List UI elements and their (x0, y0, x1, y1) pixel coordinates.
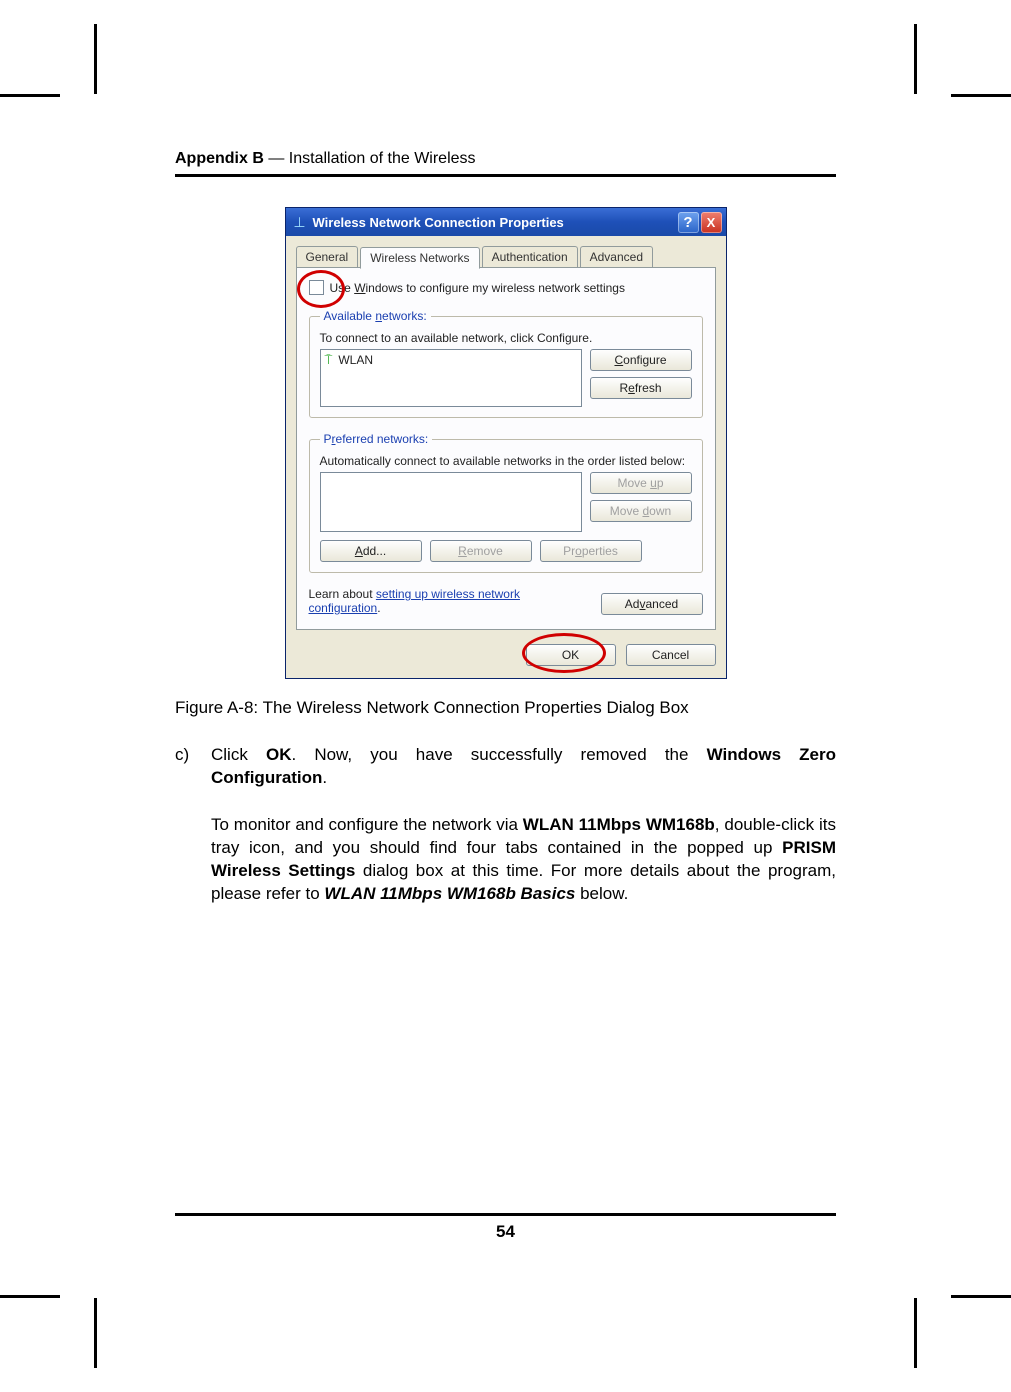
appendix-label: Appendix B (175, 150, 264, 167)
paragraph-monitor: To monitor and configure the network via… (211, 814, 836, 906)
step-marker: c) (175, 744, 197, 790)
properties-button[interactable]: Properties (540, 540, 642, 562)
add-button[interactable]: Add... (320, 540, 422, 562)
available-networks-legend: Available networks: (320, 309, 431, 323)
tab-general[interactable]: General (296, 246, 359, 268)
antenna-icon: ⍑ (325, 352, 333, 368)
network-item-wlan[interactable]: ⍑ WLAN (325, 352, 577, 368)
title-bar: ⊥ Wireless Network Connection Properties… (286, 208, 726, 236)
network-name: WLAN (338, 353, 373, 367)
page-header: Appendix B — Installation of the Wireles… (175, 150, 836, 177)
tab-authentication[interactable]: Authentication (482, 246, 578, 268)
remove-button[interactable]: Remove (430, 540, 532, 562)
available-networks-group: Available networks: To connect to an ava… (309, 309, 703, 418)
ok-button[interactable]: OK (526, 644, 616, 666)
help-button[interactable]: ? (678, 212, 699, 233)
header-rest: — Installation of the Wireless (264, 150, 476, 167)
wireless-icon: ⊥ (292, 214, 308, 230)
step-text: Click OK. Now, you have successfully rem… (211, 744, 836, 790)
figure-caption: Figure A-8: The Wireless Network Connect… (175, 697, 836, 720)
tab-strip: General Wireless Networks Authentication… (296, 246, 716, 268)
move-up-button[interactable]: Move up (590, 472, 692, 494)
dialog-title: Wireless Network Connection Properties (313, 215, 676, 230)
advanced-button[interactable]: Advanced (601, 593, 703, 615)
tab-panel: Use Windows to configure my wireless net… (296, 267, 716, 630)
preferred-networks-legend: Preferred networks: (320, 432, 433, 446)
tab-advanced[interactable]: Advanced (580, 246, 653, 268)
learn-about-text: Learn about setting up wireless network … (309, 587, 569, 615)
step-c: c) Click OK. Now, you have successfully … (175, 744, 836, 790)
preferred-networks-list[interactable] (320, 472, 582, 532)
page-footer: 54 (175, 1213, 836, 1242)
wireless-properties-dialog: ⊥ Wireless Network Connection Properties… (285, 207, 727, 679)
move-down-button[interactable]: Move down (590, 500, 692, 522)
use-windows-label: Use Windows to configure my wireless net… (330, 281, 625, 295)
available-instruction: To connect to an available network, clic… (320, 331, 692, 345)
tab-wireless-networks[interactable]: Wireless Networks (360, 247, 479, 269)
use-windows-checkbox[interactable] (309, 280, 324, 295)
close-button[interactable]: X (701, 212, 722, 233)
preferred-instruction: Automatically connect to available netwo… (320, 454, 692, 468)
available-networks-list[interactable]: ⍑ WLAN (320, 349, 582, 407)
preferred-networks-group: Preferred networks: Automatically connec… (309, 432, 703, 573)
cancel-button[interactable]: Cancel (626, 644, 716, 666)
page-number: 54 (175, 1222, 836, 1242)
refresh-button[interactable]: Refresh (590, 377, 692, 399)
configure-button[interactable]: Configure (590, 349, 692, 371)
